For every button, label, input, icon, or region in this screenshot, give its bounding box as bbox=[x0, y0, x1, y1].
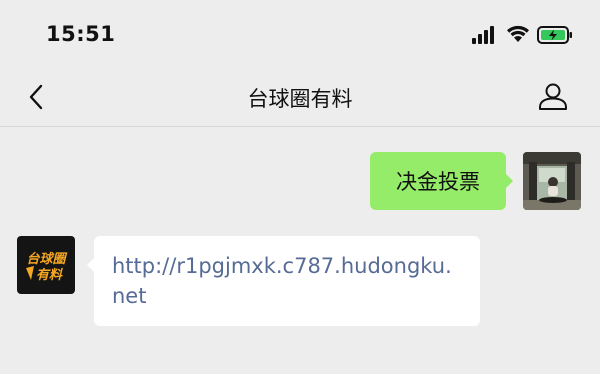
svg-text:有料: 有料 bbox=[36, 267, 63, 283]
sender-logo: 台球圈 有料 bbox=[17, 236, 75, 294]
received-link[interactable]: http://r1pgjmxk.c787.hudongku.net bbox=[112, 254, 452, 308]
sender-avatar[interactable]: 台球圈 有料 bbox=[17, 236, 75, 294]
person-icon[interactable] bbox=[537, 80, 569, 112]
battery-charging-icon bbox=[537, 26, 572, 44]
status-time: 15:51 bbox=[46, 22, 116, 46]
status-bar: 15:51 bbox=[0, 0, 600, 70]
svg-text:台球圈: 台球圈 bbox=[26, 251, 67, 267]
received-message-bubble[interactable]: http://r1pgjmxk.c787.hudongku.net bbox=[87, 236, 480, 326]
chat-screen: 15:51 台球圈有料 决金投票 台球圈 有料 http://r1pgjmxk.… bbox=[0, 0, 600, 374]
self-avatar-photo bbox=[523, 152, 581, 210]
chat-title: 台球圈有料 bbox=[247, 87, 353, 111]
nav-bar: 台球圈有料 bbox=[0, 70, 600, 127]
sent-message-text: 决金投票 bbox=[396, 170, 480, 194]
sent-message-bubble[interactable]: 决金投票 bbox=[370, 152, 513, 210]
wifi-icon bbox=[507, 25, 529, 42]
signal-icon bbox=[472, 26, 494, 44]
self-avatar[interactable] bbox=[523, 152, 581, 210]
